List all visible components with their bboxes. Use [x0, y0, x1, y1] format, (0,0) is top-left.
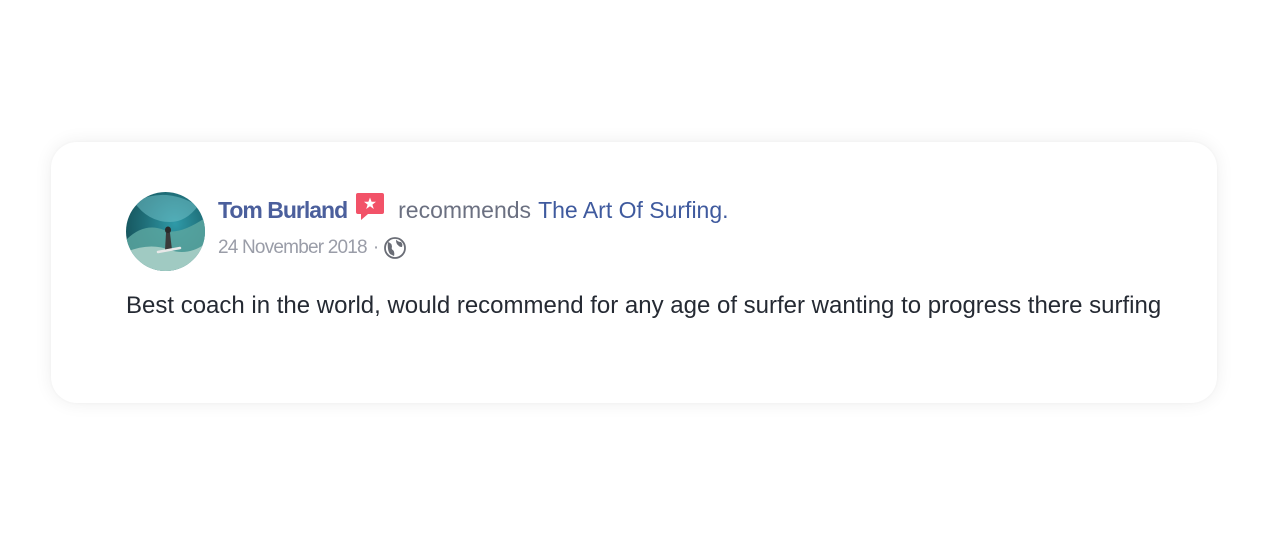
author-name-link[interactable]: Tom Burland [218, 197, 348, 224]
review-header: Tom Burland recommends The Art Of Surfin… [218, 193, 729, 227]
page-name-link[interactable]: The Art Of Surfing. [538, 197, 728, 224]
recommendation-icon [355, 191, 385, 221]
review-text: Best coach in the world, would recommend… [126, 292, 1162, 319]
recommends-text: recommends [398, 196, 532, 223]
avatar[interactable] [126, 192, 205, 271]
review-meta: 24 November 2018 · [218, 234, 407, 262]
post-date-link[interactable]: 24 November 2018 [218, 237, 368, 259]
globe-icon[interactable] [383, 236, 407, 260]
meta-separator: · [372, 237, 380, 258]
review-card: Tom Burland recommends The Art Of Surfin… [51, 142, 1217, 403]
surfer-photo [126, 194, 205, 271]
